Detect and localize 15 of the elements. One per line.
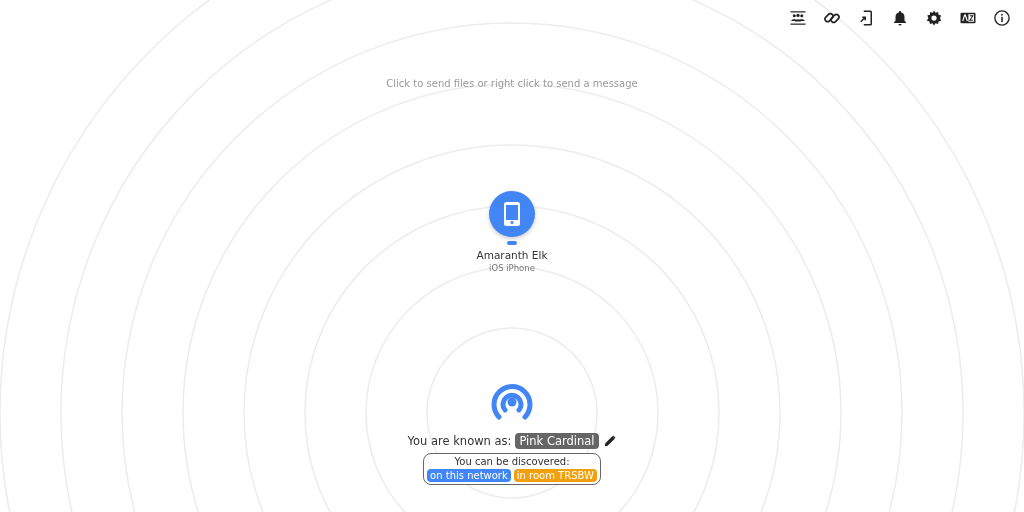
settings-icon[interactable] [924, 8, 944, 28]
peer-device: iOS iPhone [489, 263, 535, 273]
info-icon[interactable] [992, 8, 1012, 28]
pencil-icon[interactable] [602, 434, 617, 448]
progress-dash [507, 241, 517, 245]
hint-text: Click to send files or right click to send a message [386, 78, 638, 89]
discovery-tag: on this network [427, 469, 511, 482]
discovery-label: You can be discovered: [454, 456, 570, 467]
discovery-tag: in room TRSBW [513, 469, 597, 482]
peer-name: Amaranth Elk [476, 249, 548, 261]
peer-button[interactable] [489, 191, 535, 237]
known-as-label: You are known as: [407, 434, 512, 448]
phone-icon [503, 201, 521, 227]
device-name: Pink Cardinal [515, 433, 599, 449]
people-icon[interactable] [788, 8, 808, 28]
